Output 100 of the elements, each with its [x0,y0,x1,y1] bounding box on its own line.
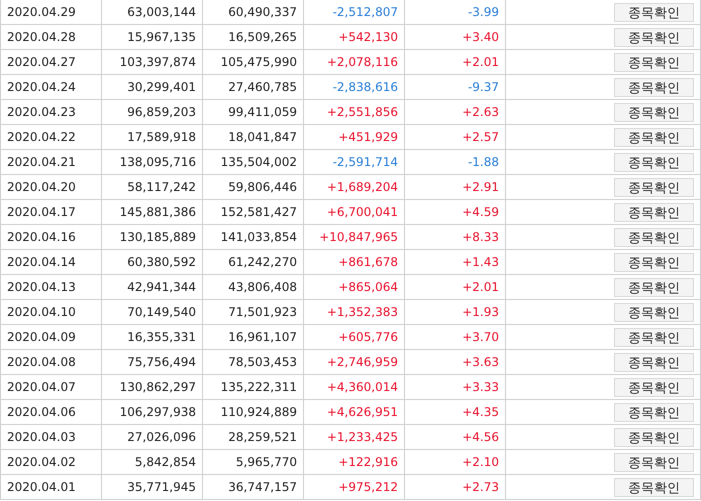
date-cell: 2020.04.23 [7,105,76,119]
table-cell: 30,299,401 [127,80,196,94]
table-cell: 103,397,874 [120,55,196,69]
rate-cell: +4.59 [462,205,499,219]
rate-cell: -3.99 [468,5,499,19]
table-cell: 16,961,107 [228,330,297,344]
table-cell: 60,490,337 [228,5,297,19]
table-cell: 27,460,785 [228,80,297,94]
change-cell: +975,212 [338,480,398,494]
date-cell: 2020.04.08 [7,355,76,369]
date-cell: 2020.04.21 [7,155,76,169]
check-stock-button[interactable]: 종목확인 [614,178,694,196]
check-stock-button[interactable]: 종목확인 [614,128,694,146]
change-cell: -2,591,714 [332,155,398,169]
rate-cell: +2.73 [462,480,499,494]
check-stock-button[interactable]: 종목확인 [614,428,694,446]
check-stock-button[interactable]: 종목확인 [614,378,694,396]
date-cell: 2020.04.06 [7,405,76,419]
table-cell: 145,881,386 [120,205,196,219]
rate-cell: +2.63 [462,105,499,119]
date-cell: 2020.04.16 [7,230,76,244]
table-cell: 99,411,059 [228,105,297,119]
check-stock-button[interactable]: 종목확인 [614,478,694,496]
date-cell: 2020.04.20 [7,180,76,194]
rate-cell: +4.35 [462,405,499,419]
table-cell: 135,504,002 [220,155,297,169]
check-stock-button[interactable]: 종목확인 [614,78,694,96]
check-stock-button[interactable]: 종목확인 [614,252,694,272]
table-cell: 58,117,242 [127,180,196,194]
table-cell: 130,862,297 [120,380,196,394]
table-cell: 96,859,203 [127,105,196,119]
table-cell: 152,581,427 [220,205,297,219]
rate-cell: -9.37 [468,80,499,94]
check-stock-button[interactable]: 종목확인 [614,278,694,296]
change-cell: +4,360,014 [326,380,398,394]
check-stock-button[interactable]: 종목확인 [614,202,694,222]
table-cell: 60,380,592 [127,255,196,269]
table-cell: 141,033,854 [220,230,297,244]
rate-cell: +1.93 [462,305,499,319]
rate-cell: +3.40 [462,30,499,44]
change-cell: +2,551,856 [326,105,398,119]
rate-cell: +2.91 [462,180,499,194]
change-cell: +1,233,425 [326,430,398,444]
date-cell: 2020.04.03 [7,430,76,444]
change-cell: +451,929 [338,130,398,144]
table-cell: 18,041,847 [228,130,297,144]
change-cell: +122,916 [338,455,398,469]
table-cell: 28,259,521 [228,430,297,444]
rate-cell: +3.63 [462,355,499,369]
table-cell: 78,503,453 [228,355,297,369]
change-cell: +1,689,204 [326,180,398,194]
rate-cell: +2.01 [462,280,499,294]
table-cell: 106,297,938 [120,405,196,419]
table-cell: 16,509,265 [228,30,297,44]
change-cell: +1,352,383 [326,305,398,319]
date-cell: 2020.04.01 [7,480,76,494]
check-stock-button[interactable]: 종목확인 [614,328,694,346]
table-cell: 5,842,854 [134,455,196,469]
date-cell: 2020.04.24 [7,80,76,94]
check-stock-button[interactable]: 종목확인 [614,452,694,472]
change-cell: +542,130 [338,30,398,44]
table-cell: 27,026,096 [127,430,196,444]
rate-cell: +8.33 [462,230,499,244]
table-cell: 110,924,889 [220,405,297,419]
date-cell: 2020.04.17 [7,205,76,219]
table-cell: 130,185,889 [120,230,196,244]
table-cell: 70,149,540 [127,305,196,319]
date-cell: 2020.04.10 [7,305,76,319]
change-cell: +2,746,959 [326,355,398,369]
check-stock-button[interactable]: 종목확인 [614,152,694,172]
table-cell: 59,806,446 [228,180,297,194]
check-stock-button[interactable]: 종목확인 [614,302,694,322]
rate-cell: +2.57 [462,130,499,144]
table-cell: 61,242,270 [228,255,297,269]
date-cell: 2020.04.14 [7,255,76,269]
check-stock-button[interactable]: 종목확인 [614,352,694,372]
table-cell: 138,095,716 [120,155,196,169]
change-cell: +861,678 [338,255,398,269]
check-stock-button[interactable]: 종목확인 [614,402,694,422]
table-cell: 5,965,770 [236,455,297,469]
rate-cell: +1.43 [462,255,499,269]
date-cell: 2020.04.13 [7,280,76,294]
rate-cell: -1.88 [468,155,499,169]
table-cell: 75,756,494 [127,355,196,369]
change-cell: +10,847,965 [319,230,398,244]
check-stock-button[interactable]: 종목확인 [614,28,694,46]
check-stock-button[interactable]: 종목확인 [614,102,694,122]
table-cell: 63,003,144 [127,5,196,19]
change-cell: -2,512,807 [332,5,398,19]
date-cell: 2020.04.02 [7,455,76,469]
table-cell: 17,589,918 [127,130,196,144]
date-cell: 2020.04.28 [7,30,76,44]
check-stock-button[interactable]: 종목확인 [614,228,694,246]
rate-cell: +2.10 [462,455,499,469]
date-cell: 2020.04.09 [7,330,76,344]
check-stock-button[interactable]: 종목확인 [614,2,694,22]
table-cell: 42,941,344 [127,280,196,294]
rate-cell: +3.33 [462,380,499,394]
date-cell: 2020.04.22 [7,130,76,144]
check-stock-button[interactable]: 종목확인 [614,52,694,72]
